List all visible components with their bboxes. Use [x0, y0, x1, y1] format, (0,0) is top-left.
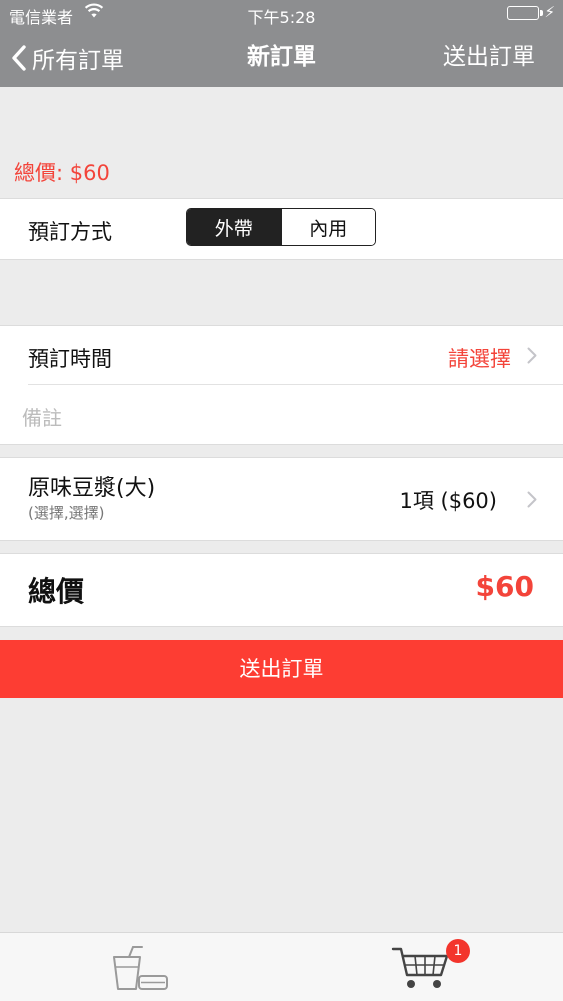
clock: 下午5:28	[247, 8, 316, 27]
order-method-label: 預訂方式	[28, 220, 112, 244]
shopping-cart-icon	[391, 947, 449, 988]
order-method-row: 預訂方式 外帶 內用	[0, 198, 563, 260]
segment-takeout[interactable]: 外帶	[187, 209, 281, 245]
submit-order-button[interactable]: 送出訂單	[0, 640, 563, 698]
chevron-right-icon	[527, 491, 537, 508]
total-row: 總價 $60	[0, 553, 563, 627]
status-bar: 電信業者 下午5:28 ⚡	[0, 0, 563, 28]
time-note-group: 預訂時間 請選擇 備註	[0, 325, 563, 445]
total-label: 總價	[28, 575, 85, 608]
battery-icon	[507, 6, 543, 20]
total-value: $60	[475, 570, 534, 603]
chevron-left-icon	[12, 44, 26, 71]
order-item-row[interactable]: 原味豆漿(大) (選擇,選擇) 1項 ($60)	[0, 457, 563, 541]
row-divider	[28, 384, 563, 385]
total-summary: 總價: $60	[14, 161, 110, 185]
tab-bar: 1	[0, 932, 563, 1001]
nav-send-order-button[interactable]: 送出訂單	[443, 28, 535, 87]
drink-sandwich-icon	[113, 946, 168, 990]
note-field[interactable]: 備註	[22, 402, 62, 431]
item-name: 原味豆漿(大)	[28, 476, 156, 501]
segment-dine-in[interactable]: 內用	[280, 209, 375, 245]
bolt-icon: ⚡	[544, 3, 555, 21]
back-button[interactable]: 所有訂單	[12, 28, 124, 87]
order-time-label: 預訂時間	[28, 347, 112, 371]
back-button-label: 所有訂單	[32, 47, 124, 74]
navigation-bar: 所有訂單 新訂單 送出訂單	[0, 28, 563, 87]
tab-cart[interactable]: 1	[281, 933, 562, 1001]
item-options: (選擇,選擇)	[28, 504, 105, 522]
order-time-value: 請選擇	[448, 347, 511, 371]
cart-badge: 1	[446, 939, 470, 963]
chevron-right-icon	[527, 347, 537, 364]
order-method-segmented-control: 外帶 內用	[186, 208, 376, 246]
item-quantity-price: 1項 ($60)	[399, 489, 497, 513]
order-time-row[interactable]: 預訂時間 請選擇	[0, 326, 563, 384]
tab-menu[interactable]	[0, 933, 281, 1001]
